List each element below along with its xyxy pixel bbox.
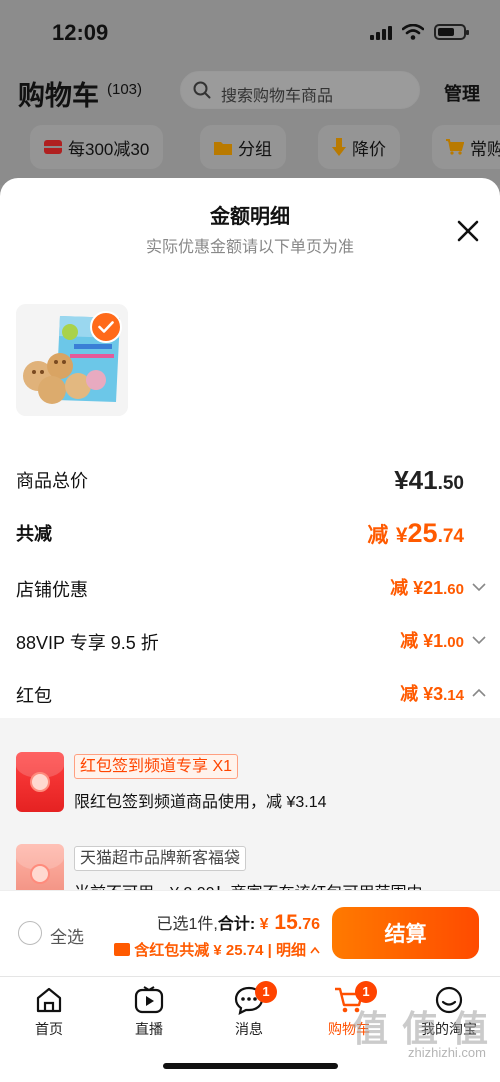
live-icon <box>134 986 164 1014</box>
wifi-icon <box>402 24 424 40</box>
search-placeholder: 搜索购物车商品 <box>221 88 334 105</box>
unread-badge: 1 <box>255 981 277 1003</box>
total-summary: 已选1件,合计: ¥ 15.76 <box>156 911 320 934</box>
chevron-up-icon <box>310 946 320 953</box>
row-label: 共减 <box>16 524 52 544</box>
home-indicator <box>163 1063 338 1069</box>
row-label: 店铺优惠 <box>16 580 88 600</box>
chip-price-drop[interactable]: 降价 <box>318 125 400 169</box>
battery-icon <box>434 24 469 40</box>
tab-home[interactable]: 首页 <box>14 985 84 1045</box>
row-value: ¥41.50 <box>394 465 464 495</box>
tab-messages[interactable]: 消息 1 <box>214 981 284 1045</box>
redpack-list: 红包签到频道专享 X1 限红包签到频道商品使用，减 ¥3.14 天猫超市品牌新客… <box>0 718 500 904</box>
row-value: 减 ¥25.74 <box>367 518 464 548</box>
checkout-bar: 全选 已选1件,合计: ¥ 15.76 含红包共减 ¥ 25.74 | 明细 结… <box>0 890 500 976</box>
row-value: 减 ¥21.60 <box>390 578 464 598</box>
filter-chips: 每300减30 分组 降价 常购 <box>0 125 500 171</box>
background-page: 12:09 购物车 (103) 搜索购物车商品 管理 每300减30 分组 降价… <box>0 0 500 185</box>
redpack-detail-link[interactable]: 含红包共减 ¥ 25.74 | 明细 <box>114 939 320 960</box>
signal-icon <box>370 25 392 40</box>
sheet-subtitle: 实际优惠金额请以下单页为准 <box>145 239 354 256</box>
row-label: 红包 <box>16 686 52 706</box>
redpack-envelope-icon <box>16 752 64 812</box>
close-icon[interactable] <box>455 218 481 244</box>
coupon-tag: 天猫超市品牌新客福袋 <box>74 846 247 871</box>
coupon-desc: 限红包签到频道商品使用，减 ¥3.14 <box>74 794 327 811</box>
row-value: 减 ¥1.00 <box>400 631 464 651</box>
chevron-up-icon[interactable] <box>472 686 486 700</box>
watermark-url: zhizhizhi.com <box>407 1045 486 1060</box>
cart-icon <box>446 139 464 155</box>
status-icons <box>370 24 469 40</box>
chevron-down-icon[interactable] <box>472 580 486 594</box>
folder-icon <box>214 141 232 155</box>
row-shop-discount[interactable]: 店铺优惠 减 ¥21.60 <box>0 570 500 606</box>
clock: 12:09 <box>52 20 109 45</box>
checkout-button[interactable]: 结算 <box>332 907 479 959</box>
manage-button[interactable]: 管理 <box>444 80 480 106</box>
row-value: 减 ¥3.14 <box>400 684 464 704</box>
row-label: 商品总价 <box>16 471 88 491</box>
cart-count: (103) <box>107 81 143 98</box>
home-icon <box>36 987 62 1013</box>
chip-group[interactable]: 分组 <box>200 125 286 169</box>
chip-frequent[interactable]: 常购 <box>432 125 500 169</box>
row-total-discount: 共减 减 ¥25.74 <box>0 514 500 550</box>
search-icon <box>193 81 211 99</box>
row-vip-discount[interactable]: 88VIP 专享 9.5 折 减 ¥1.00 <box>0 623 500 659</box>
row-label: 88VIP 专享 9.5 折 <box>16 633 159 653</box>
row-total-price: 商品总价 ¥41.50 <box>0 461 500 497</box>
page-title: 购物车 <box>18 81 99 111</box>
price-down-icon <box>332 138 346 156</box>
chip-label: 分组 <box>238 139 272 159</box>
status-bar: 12:09 <box>0 0 500 62</box>
chip-label: 降价 <box>352 139 386 159</box>
cart-header: 购物车 (103) 搜索购物车商品 管理 <box>0 68 500 116</box>
sheet-title: 金额明细 <box>210 206 290 228</box>
coupon-tag: 红包签到频道专享 X1 <box>74 754 239 779</box>
coupon-icon <box>44 140 62 154</box>
tab-live[interactable]: 直播 <box>114 985 184 1045</box>
select-all-label[interactable]: 全选 <box>50 923 84 948</box>
select-all-checkbox[interactable] <box>18 921 42 945</box>
row-redpack-discount[interactable]: 红包 减 ¥3.14 <box>0 676 500 712</box>
search-input[interactable]: 搜索购物车商品 <box>180 71 420 109</box>
chip-label: 每300减30 <box>68 139 150 159</box>
selected-check-icon[interactable] <box>90 311 122 343</box>
chip-label: 常购 <box>470 139 500 159</box>
chip-discount[interactable]: 每300减30 <box>30 125 164 169</box>
redpack-mini-icon <box>114 943 131 956</box>
chevron-down-icon[interactable] <box>472 633 486 647</box>
